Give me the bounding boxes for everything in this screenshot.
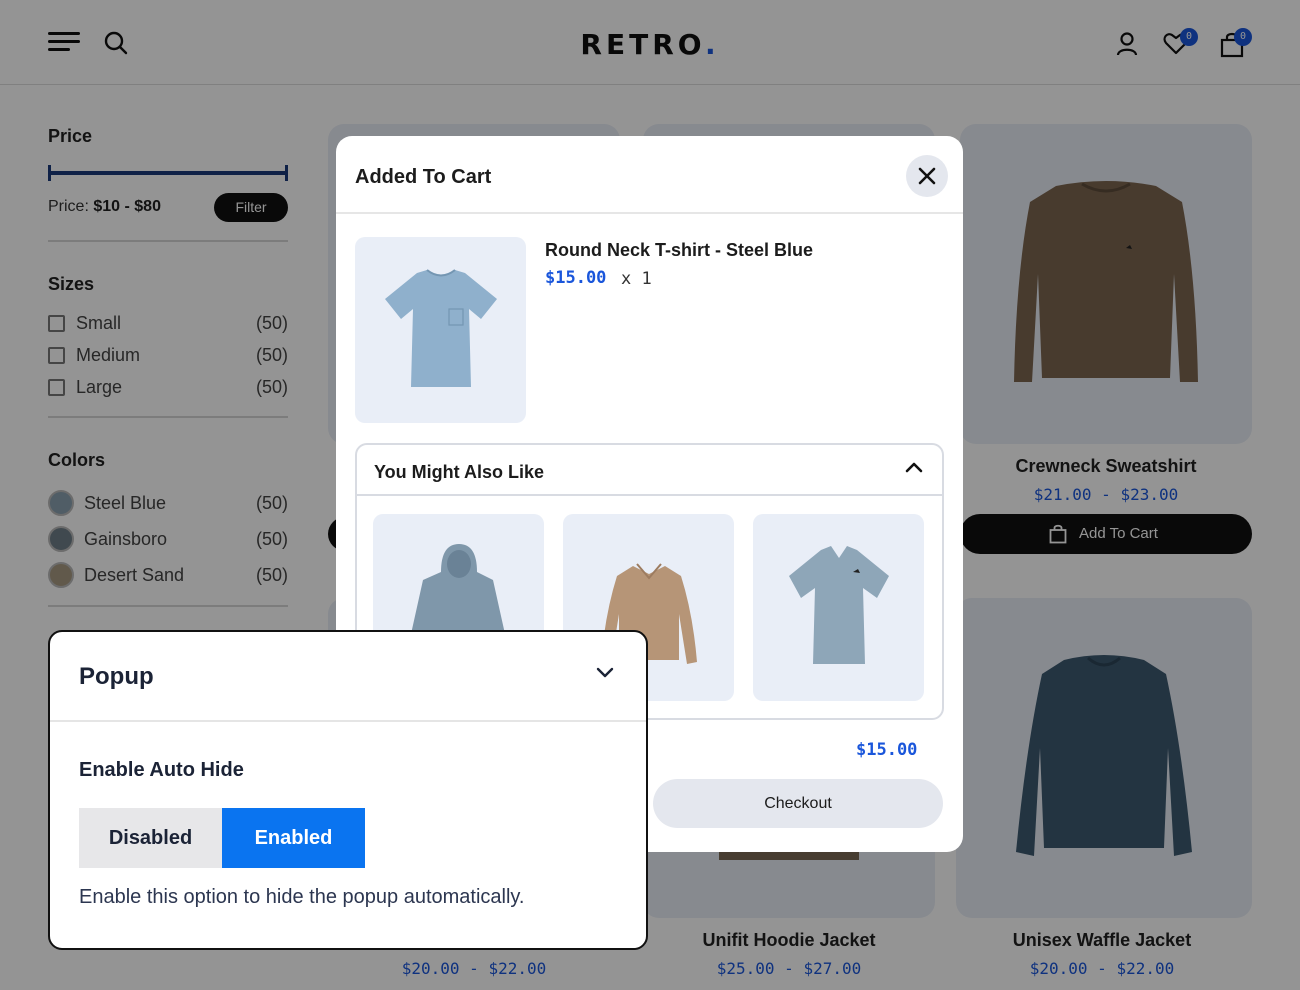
cart-item-image[interactable] [355, 237, 526, 423]
popup-settings-panel: Popup Enable Auto Hide Disabled Enabled … [48, 630, 648, 950]
panel-divider [50, 720, 646, 722]
section-title: You Might Also Like [374, 462, 544, 482]
tshirt-image [385, 269, 497, 387]
close-icon [918, 167, 936, 185]
recommended-product-polo[interactable] [753, 514, 924, 701]
modal-divider [336, 212, 963, 214]
cart-item-price: $15.00 [545, 268, 607, 288]
auto-hide-enabled-option[interactable]: Enabled [222, 808, 365, 868]
close-modal-button[interactable] [906, 155, 948, 197]
cart-item-quantity: x 1 [621, 269, 652, 289]
checkout-button-label: Checkout [764, 795, 832, 812]
cart-item-name[interactable]: Round Neck T-shirt - Steel Blue [545, 240, 813, 261]
section-divider [357, 494, 942, 496]
auto-hide-help-text: Enable this option to hide the popup aut… [79, 886, 525, 908]
cart-subtotal: $15.00 [856, 740, 918, 760]
auto-hide-setting-label: Enable Auto Hide [79, 759, 244, 781]
chevron-down-icon[interactable] [596, 667, 614, 679]
checkout-button[interactable]: Checkout [653, 779, 943, 828]
chevron-up-icon[interactable] [905, 461, 923, 473]
enabled-option-label: Enabled [254, 827, 333, 849]
panel-title[interactable]: Popup [79, 663, 154, 691]
disabled-option-label: Disabled [108, 827, 193, 849]
modal-title: Added To Cart [355, 166, 492, 188]
auto-hide-disabled-option[interactable]: Disabled [79, 808, 222, 868]
polo-shirt-image [789, 546, 889, 664]
